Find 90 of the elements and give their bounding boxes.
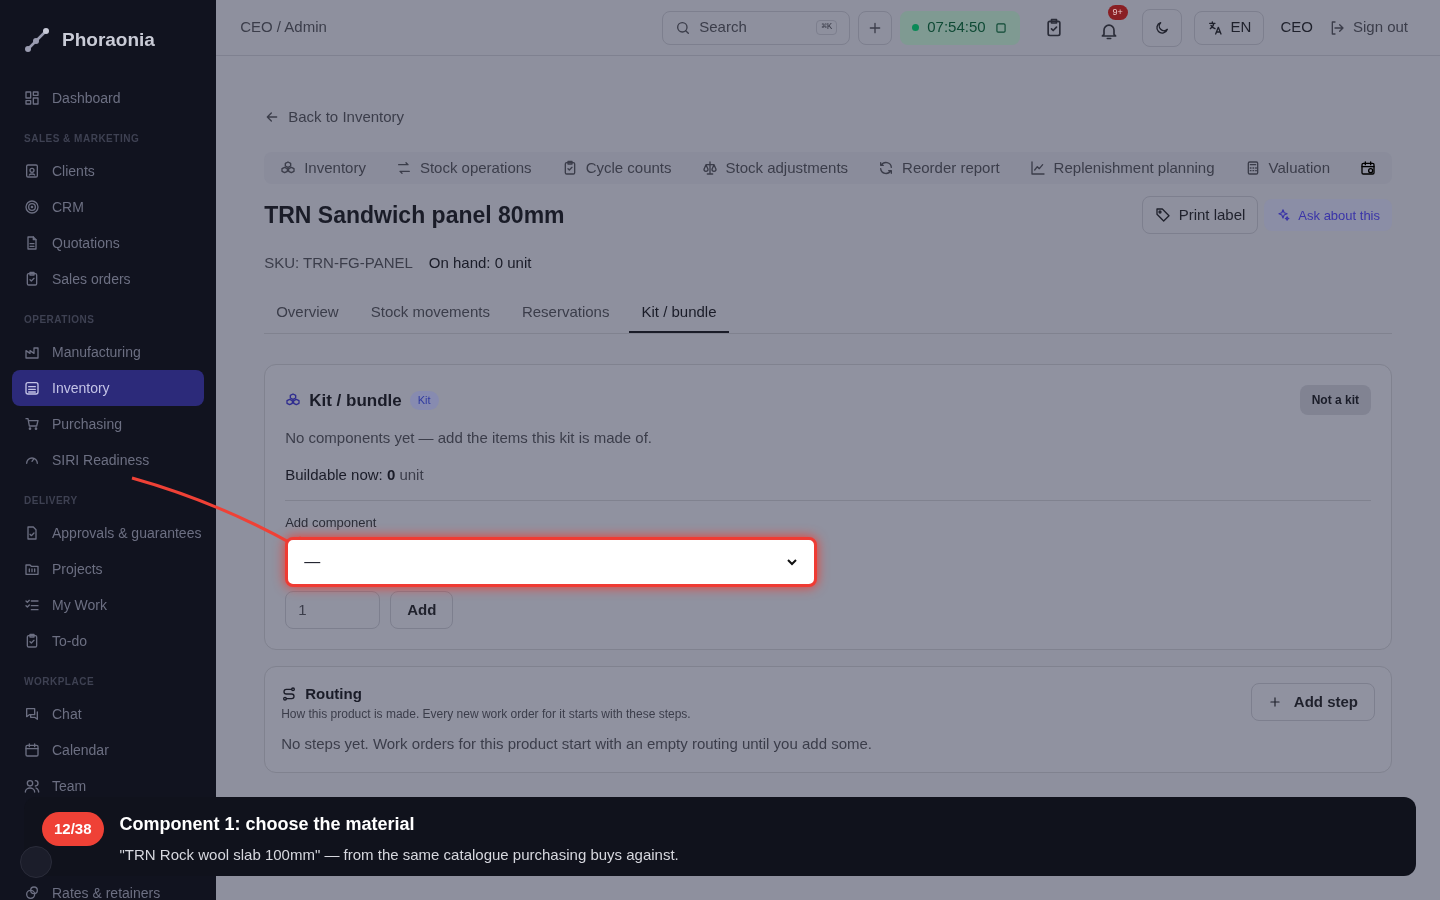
swap-icon	[395, 160, 412, 177]
on-hand-label: On hand: 0 unit	[428, 253, 532, 274]
module-tab[interactable]: Stock operations	[395, 157, 532, 180]
field-label: Add component	[285, 514, 378, 533]
cart-icon	[24, 416, 40, 432]
tour-title: Component 1: choose the material	[119, 813, 416, 836]
sidebar-item[interactable]: Approvals & guarantees	[12, 515, 205, 551]
add-step-button[interactable]: Add step	[1250, 682, 1375, 721]
id-card-icon	[24, 163, 40, 179]
clipboard-icon	[24, 271, 40, 287]
back-link[interactable]: Back to Inventory	[264, 106, 405, 129]
breadcrumb: CEO / Admin	[240, 17, 327, 38]
people-icon	[24, 778, 40, 794]
search-field[interactable]: Search ⌘K	[662, 10, 851, 45]
theme-toggle[interactable]	[1141, 8, 1182, 47]
sidebar-item[interactable]: Inventory	[12, 370, 205, 406]
sign-out-button[interactable]: Sign out	[1328, 16, 1408, 39]
component-select[interactable]: —	[285, 536, 818, 587]
page-tab[interactable]: Overview	[264, 300, 351, 334]
not-a-kit-button[interactable]: Not a kit	[1299, 385, 1371, 416]
sparkles-icon	[1276, 208, 1291, 223]
sidebar-item[interactable]: Calendar	[12, 732, 205, 768]
target-icon	[24, 199, 40, 215]
page-tab[interactable]: Kit / bundle	[629, 300, 729, 334]
sidebar-item[interactable]: Manufacturing	[12, 334, 205, 370]
factory-icon	[24, 344, 40, 360]
print-label-button[interactable]: Print label	[1141, 196, 1259, 235]
sidebar-item[interactable]: Team	[12, 768, 205, 804]
sidebar-item[interactable]: Rates & retainers	[12, 875, 205, 900]
page-tab[interactable]: Reservations	[509, 300, 622, 334]
sidebar-item[interactable]: Sales orders	[12, 261, 205, 297]
empty-message: No steps yet. Work orders for this product start with an empty routing until you add some.	[281, 734, 873, 755]
module-tab[interactable]: Cycle counts	[561, 157, 672, 180]
sidebar-item[interactable]: My Work	[12, 587, 205, 623]
sidebar-item[interactable]: CRM	[12, 189, 205, 225]
refresh-icon	[878, 160, 895, 177]
sidebar-item[interactable]: Projects	[12, 551, 205, 587]
ask-button[interactable]: Ask about this	[1264, 199, 1392, 232]
calendar-icon	[24, 742, 40, 758]
sidebar-item[interactable]: Chat	[12, 696, 205, 732]
route-icon	[281, 686, 298, 702]
buildable-text: Buildable now: 0 unit	[285, 463, 1371, 502]
kit-tag: Kit	[409, 391, 439, 410]
sidebar-item[interactable]: Purchasing	[12, 406, 205, 442]
timer[interactable]: 07:54:50	[900, 10, 1020, 45]
module-tab[interactable]: Inventory	[280, 157, 366, 180]
sidebar-item[interactable]: Quotations	[12, 225, 205, 261]
coins-icon	[24, 885, 40, 900]
module-tab[interactable]: Reorder report	[878, 157, 1000, 180]
calendar-clock-icon	[1360, 160, 1376, 177]
module-tab[interactable]: Valuation	[1244, 157, 1330, 180]
grid-icon	[24, 90, 40, 106]
sidebar-item[interactable]: SIRI Readiness	[12, 442, 205, 478]
clipboard-icon	[24, 633, 40, 649]
empty-message: No components yet — add the items this kit is made of.	[285, 428, 654, 449]
module-tab[interactable]: Stock adjustments	[701, 157, 849, 180]
translate-icon	[1206, 19, 1223, 36]
module-tab[interactable]: Replenishment planning	[1029, 157, 1215, 180]
folder-icon	[24, 561, 40, 577]
user-name: CEO	[1280, 17, 1313, 38]
shortcut-key: ⌘K	[816, 19, 838, 36]
card-title: Kit / bundle	[309, 389, 402, 412]
line-chart-icon	[1029, 160, 1046, 177]
card-title: Routing	[305, 683, 362, 704]
document-icon	[24, 235, 40, 251]
scale-icon	[701, 160, 718, 177]
stop-icon	[993, 20, 1008, 35]
notification-count: 9+	[1107, 4, 1128, 20]
chat-icon	[24, 706, 40, 722]
tour-text: "TRN Rock wool slab 100mm" — from the same catalogue purchasing buys against.	[119, 845, 679, 865]
page-tab[interactable]: Stock movements	[358, 300, 502, 334]
quantity-field[interactable]: 1	[285, 590, 381, 629]
logo-icon	[24, 27, 50, 53]
file-check-icon	[24, 525, 40, 541]
sku-label: SKU: TRN-FG-PANEL	[264, 253, 413, 274]
sidebar-item[interactable]: Clients	[12, 153, 205, 189]
plus-icon	[1267, 694, 1282, 709]
brand-name: Phoraonia	[62, 27, 155, 52]
routing-description: How this product is made. Every new work order for it starts with these steps.	[281, 706, 692, 724]
sidebar-item[interactable]: To-do	[12, 623, 205, 659]
tag-icon	[1154, 207, 1171, 224]
add-component-button[interactable]: Add	[390, 590, 454, 629]
search-icon	[675, 19, 692, 36]
sidebar-item[interactable]: Dashboard	[12, 80, 205, 116]
step-counter: 12/38	[42, 812, 104, 846]
moon-icon	[1153, 19, 1170, 36]
language-button[interactable]: EN	[1193, 10, 1265, 45]
checklist-icon	[24, 597, 40, 613]
product-title: TRN Sandwich panel 80mm	[264, 201, 566, 230]
add-button[interactable]	[858, 10, 893, 45]
